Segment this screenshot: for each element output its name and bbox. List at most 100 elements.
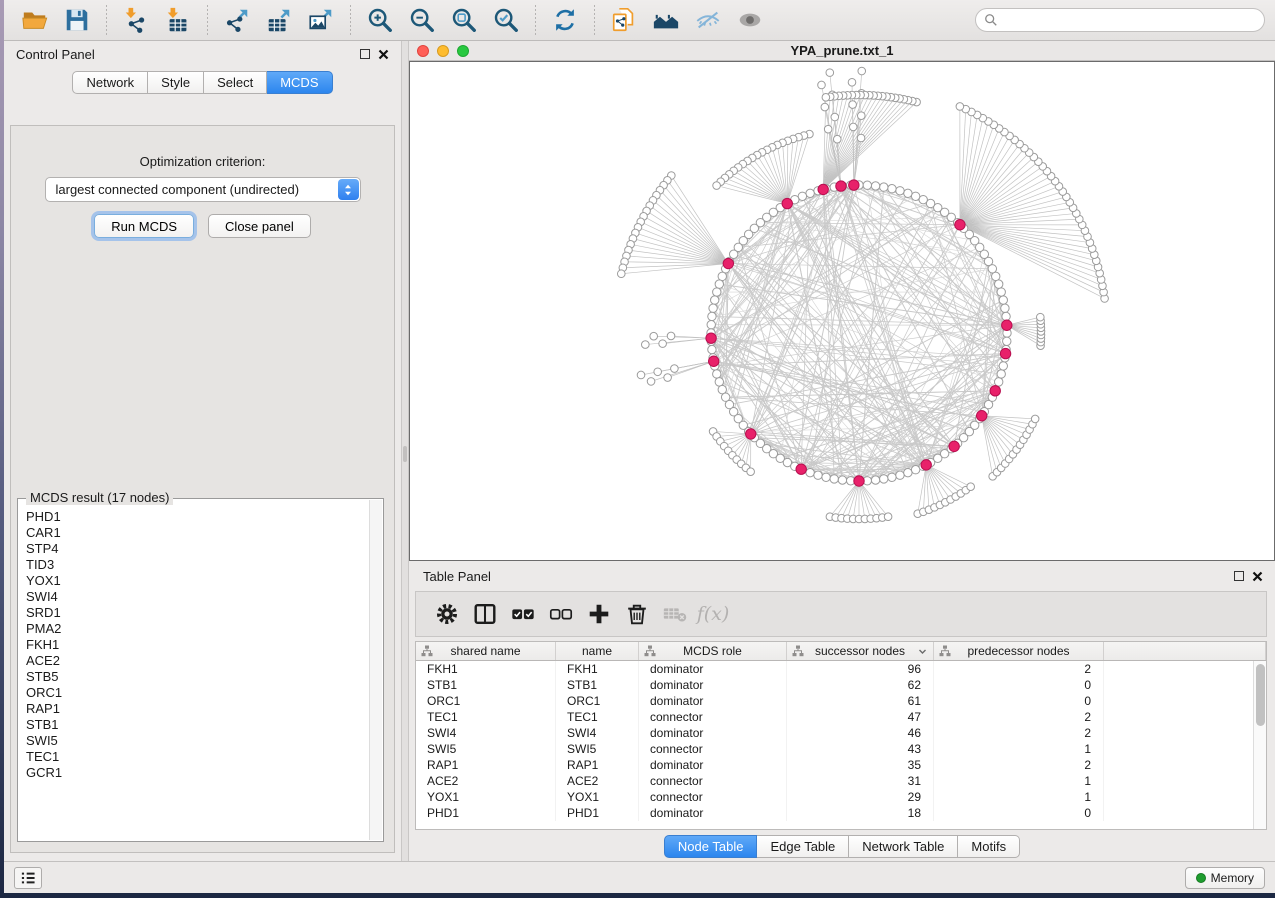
mcds-result-item[interactable]: STP4: [26, 541, 368, 557]
mcds-node-TEC1[interactable]: [976, 411, 986, 421]
cell-successor-nodes[interactable]: 35: [787, 757, 934, 773]
table-row[interactable]: ACE2ACE2connector311: [416, 773, 1253, 789]
column-header-shared-name[interactable]: shared name: [416, 642, 556, 660]
cell-name[interactable]: SWI5: [556, 741, 639, 757]
mcds-result-item[interactable]: TID3: [26, 557, 368, 573]
cell-shared-name[interactable]: YOX1: [416, 789, 556, 805]
cell-MCDS-role[interactable]: dominator: [639, 805, 787, 821]
cell-MCDS-role[interactable]: dominator: [639, 693, 787, 709]
mcds-result-item[interactable]: ORC1: [26, 685, 368, 701]
cell-predecessor-nodes[interactable]: 2: [934, 661, 1104, 677]
select-all-icon[interactable]: [508, 599, 538, 629]
mcds-result-item[interactable]: TEC1: [26, 749, 368, 765]
import-network-icon[interactable]: [119, 5, 153, 35]
add-column-icon[interactable]: [584, 599, 614, 629]
cell-name[interactable]: FKH1: [556, 661, 639, 677]
network-graph[interactable]: [410, 62, 1274, 560]
cell-MCDS-role[interactable]: connector: [639, 709, 787, 725]
network-from-selection-icon[interactable]: [607, 5, 641, 35]
cell-shared-name[interactable]: FKH1: [416, 661, 556, 677]
mcds-result-item[interactable]: STB5: [26, 669, 368, 685]
zoom-out-icon[interactable]: [405, 5, 439, 35]
delete-icon[interactable]: [622, 599, 652, 629]
tab-edge-table[interactable]: Edge Table: [757, 835, 849, 858]
import-table-icon[interactable]: [161, 5, 195, 35]
cell-successor-nodes[interactable]: 47: [787, 709, 934, 725]
cell-shared-name[interactable]: RAP1: [416, 757, 556, 773]
mcds-node-GCR1[interactable]: [796, 464, 806, 474]
table-row[interactable]: STB1STB1dominator620: [416, 677, 1253, 693]
mcds-node-SWI4[interactable]: [782, 198, 792, 208]
cell-MCDS-role[interactable]: dominator: [639, 725, 787, 741]
tab-style[interactable]: Style: [148, 71, 204, 94]
column-header-successor-nodes[interactable]: successor nodes: [787, 642, 934, 660]
export-table-icon[interactable]: [262, 5, 296, 35]
cell-successor-nodes[interactable]: 62: [787, 677, 934, 693]
cell-name[interactable]: SWI4: [556, 725, 639, 741]
table-row[interactable]: RAP1RAP1dominator352: [416, 757, 1253, 773]
cell-shared-name[interactable]: TEC1: [416, 709, 556, 725]
cell-successor-nodes[interactable]: 46: [787, 725, 934, 741]
table-row[interactable]: SWI4SWI4dominator462: [416, 725, 1253, 741]
table-row[interactable]: SWI5SWI5connector431: [416, 741, 1253, 757]
cell-MCDS-role[interactable]: dominator: [639, 677, 787, 693]
mcds-result-item[interactable]: YOX1: [26, 573, 368, 589]
close-window-icon[interactable]: [417, 45, 429, 57]
cell-name[interactable]: PHD1: [556, 805, 639, 821]
table-row[interactable]: PHD1PHD1dominator180: [416, 805, 1253, 821]
cell-name[interactable]: RAP1: [556, 757, 639, 773]
memory-button[interactable]: Memory: [1185, 867, 1265, 889]
cell-predecessor-nodes[interactable]: 0: [934, 677, 1104, 693]
column-header-predecessor-nodes[interactable]: predecessor nodes: [934, 642, 1104, 660]
mcds-node-STB5[interactable]: [949, 441, 959, 451]
cell-successor-nodes[interactable]: 31: [787, 773, 934, 789]
task-history-button[interactable]: [14, 867, 42, 889]
mcds-result-item[interactable]: RAP1: [26, 701, 368, 717]
close-panel-button[interactable]: Close panel: [208, 214, 311, 238]
mcds-result-item[interactable]: SRD1: [26, 605, 368, 621]
close-panel-icon[interactable]: [378, 49, 389, 60]
tab-network[interactable]: Network: [72, 71, 148, 94]
mcds-node-ORC1[interactable]: [723, 258, 733, 268]
unselect-all-icon[interactable]: [546, 599, 576, 629]
table-row[interactable]: TEC1TEC1connector472: [416, 709, 1253, 725]
cell-shared-name[interactable]: SWI4: [416, 725, 556, 741]
close-table-panel-icon[interactable]: [1252, 571, 1263, 582]
cell-predecessor-nodes[interactable]: 2: [934, 757, 1104, 773]
cell-name[interactable]: ORC1: [556, 693, 639, 709]
tab-select[interactable]: Select: [204, 71, 267, 94]
table-row[interactable]: ORC1ORC1dominator610: [416, 693, 1253, 709]
mcds-node-FKH1[interactable]: [955, 220, 965, 230]
run-mcds-button[interactable]: Run MCDS: [94, 214, 194, 238]
cell-successor-nodes[interactable]: 29: [787, 789, 934, 805]
tab-network-table[interactable]: Network Table: [849, 835, 958, 858]
cell-predecessor-nodes[interactable]: 1: [934, 741, 1104, 757]
mcds-node-CAR1[interactable]: [836, 181, 846, 191]
cell-successor-nodes[interactable]: 43: [787, 741, 934, 757]
mcds-result-item[interactable]: STB1: [26, 717, 368, 733]
zoom-window-icon[interactable]: [457, 45, 469, 57]
mcds-result-item[interactable]: CAR1: [26, 525, 368, 541]
mcds-node-PMA2[interactable]: [990, 386, 1000, 396]
mcds-node-SWI5[interactable]: [921, 460, 931, 470]
gear-icon[interactable]: [432, 599, 462, 629]
mcds-result-item[interactable]: GCR1: [26, 765, 368, 781]
cell-predecessor-nodes[interactable]: 1: [934, 789, 1104, 805]
network-search[interactable]: [975, 8, 1265, 32]
column-header-MCDS-role[interactable]: MCDS role: [639, 642, 787, 660]
mcds-node-ACE2[interactable]: [1002, 320, 1012, 330]
cell-successor-nodes[interactable]: 18: [787, 805, 934, 821]
minimize-window-icon[interactable]: [437, 45, 449, 57]
cell-name[interactable]: YOX1: [556, 789, 639, 805]
cell-successor-nodes[interactable]: 96: [787, 661, 934, 677]
mcds-node-YOX1[interactable]: [746, 429, 756, 439]
refresh-layout-icon[interactable]: [548, 5, 582, 35]
cell-predecessor-nodes[interactable]: 0: [934, 693, 1104, 709]
table-scrollbar-thumb[interactable]: [1256, 664, 1265, 726]
criterion-dropdown[interactable]: largest connected component (undirected): [45, 177, 361, 202]
tab-motifs[interactable]: Motifs: [958, 835, 1020, 858]
cell-MCDS-role[interactable]: dominator: [639, 661, 787, 677]
mcds-node-RAP1[interactable]: [854, 476, 864, 486]
mcds-node-STB1[interactable]: [818, 184, 828, 194]
mcds-result-item[interactable]: ACE2: [26, 653, 368, 669]
